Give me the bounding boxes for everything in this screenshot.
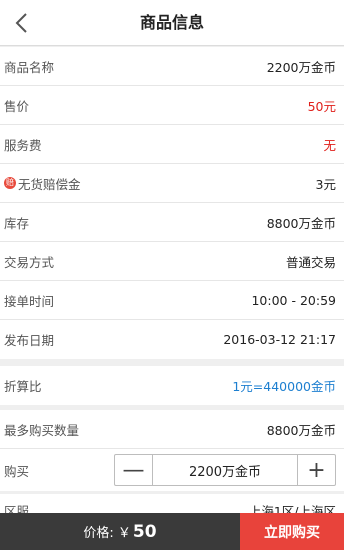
product-name-value: 2200万金币 bbox=[266, 59, 336, 75]
region-label: 区服 bbox=[4, 504, 30, 513]
row-publish-date: 发布日期 2016-03-12 21:17 bbox=[0, 320, 344, 359]
publish-date-label: 发布日期 bbox=[4, 333, 55, 348]
row-buy-quantity: 购买 — 2200万金币 + bbox=[0, 449, 344, 491]
buy-quantity-label: 购买 bbox=[4, 463, 30, 479]
total-price-value: 50 bbox=[132, 521, 157, 542]
stock-label: 库存 bbox=[4, 215, 30, 231]
price-value: 50元 bbox=[307, 98, 336, 114]
compensation-value: 3元 bbox=[315, 176, 336, 192]
order-time-value: 10:00 - 20:59 bbox=[251, 292, 336, 308]
row-max-quantity: 最多购买数量 8800万金币 bbox=[0, 410, 344, 449]
region-value: 上海1区/上海区 bbox=[248, 504, 336, 513]
trade-method-label: 交易方式 bbox=[4, 254, 55, 270]
product-name-label: 商品名称 bbox=[4, 59, 55, 75]
row-trade-method: 交易方式 普通交易 bbox=[0, 242, 344, 281]
purchase-section: 最多购买数量 8800万金币 购买 — 2200万金币 + bbox=[0, 410, 344, 491]
max-quantity-value: 8800万金币 bbox=[266, 422, 336, 438]
conversion-value: 1元=440000金币 bbox=[232, 379, 336, 394]
publish-date-value: 2016-03-12 21:17 bbox=[223, 332, 336, 347]
trade-method-value: 普通交易 bbox=[285, 254, 336, 270]
max-quantity-label: 最多购买数量 bbox=[4, 422, 80, 438]
row-stock: 库存 8800万金币 bbox=[0, 203, 344, 242]
price-label: 售价 bbox=[4, 98, 30, 114]
region-section: 区服 上海1区/上海区 bbox=[0, 494, 344, 513]
buy-now-button[interactable]: 立即购买 bbox=[240, 513, 344, 550]
row-product-name: 商品名称 2200万金币 bbox=[0, 47, 344, 86]
conversion-section: 折算比 1元=440000金币 bbox=[0, 366, 344, 405]
quantity-stepper: — 2200万金币 + bbox=[114, 454, 336, 486]
total-price-label: 价格: ￥ bbox=[83, 526, 131, 541]
quantity-value[interactable]: 2200万金币 bbox=[153, 461, 297, 480]
service-fee-value: 无 bbox=[323, 137, 336, 153]
order-time-label: 接单时间 bbox=[4, 293, 55, 309]
top-bar: 商品信息 bbox=[0, 0, 344, 46]
minus-button[interactable]: — bbox=[115, 455, 153, 485]
compensation-icon: 赔 bbox=[4, 177, 16, 189]
page-title: 商品信息 bbox=[139, 13, 204, 32]
compensation-label-wrap: 赔 无货赔偿金 bbox=[4, 174, 81, 193]
row-conversion: 折算比 1元=440000金币 bbox=[0, 366, 344, 405]
product-info-section: 商品名称 2200万金币 售价 50元 服务费 无 赔 无货赔偿金 3元 库存 … bbox=[0, 47, 344, 359]
conversion-label: 折算比 bbox=[4, 379, 42, 394]
service-fee-label: 服务费 bbox=[4, 137, 42, 153]
compensation-label: 无货赔偿金 bbox=[18, 176, 81, 192]
total-price: 价格: ￥ 50 bbox=[0, 513, 240, 550]
row-price: 售价 50元 bbox=[0, 86, 344, 125]
row-service-fee: 服务费 无 bbox=[0, 125, 344, 164]
row-region: 区服 上海1区/上海区 bbox=[0, 494, 344, 513]
stock-value: 8800万金币 bbox=[266, 215, 336, 231]
plus-button[interactable]: + bbox=[297, 455, 335, 485]
row-order-time: 接单时间 10:00 - 20:59 bbox=[0, 281, 344, 320]
row-compensation: 赔 无货赔偿金 3元 bbox=[0, 164, 344, 203]
bottom-bar: 价格: ￥ 50 立即购买 bbox=[0, 513, 344, 550]
